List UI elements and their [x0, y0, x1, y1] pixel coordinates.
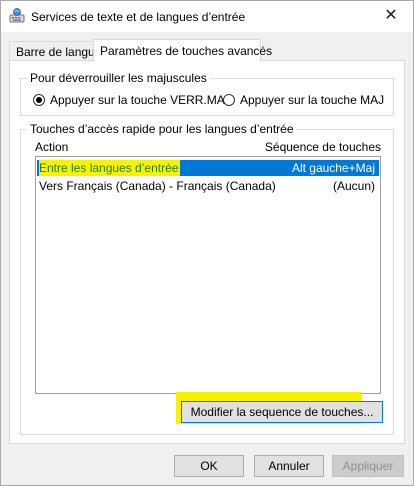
dialog-footer: OK Annuler Appliquer — [1, 444, 413, 486]
list-item-action: Vers Français (Canada) - Français (Canad… — [39, 179, 276, 193]
caps-lock-group: Pour déverrouiller les majuscules Appuye… — [20, 71, 394, 116]
cancel-button-label: Annuler — [268, 459, 310, 473]
hotkeys-group: Touches d’accès rapide pour les langues … — [20, 122, 394, 435]
modify-button-highlight: Modifier la sequence de touches... — [176, 392, 383, 424]
radio-shift[interactable] — [223, 94, 235, 106]
tab-panel: Pour déverrouiller les majuscules Appuye… — [9, 60, 405, 444]
keyboard-globe-icon — [9, 8, 25, 24]
list-item-key-sequence: Alt gauche+Maj — [291, 161, 375, 175]
apply-button[interactable]: Appliquer — [332, 455, 404, 477]
radio-option-caps-lock[interactable]: Appuyer sur la touche VERR.MAJ — [33, 93, 231, 107]
hotkeys-list[interactable]: Entre les langues d’entrée Alt gauche+Ma… — [35, 156, 381, 394]
list-item-key-sequence: (Aucun) — [332, 179, 375, 193]
close-button[interactable]: ✕ — [369, 1, 413, 31]
radio-caps-lock-label: Appuyer sur la touche VERR.MAJ — [50, 93, 231, 107]
radio-caps-lock-selected[interactable] — [33, 94, 45, 106]
list-item-action: Entre les langues d’entrée — [39, 160, 181, 176]
title-bar[interactable]: Services de texte et de langues d’entrée… — [1, 1, 413, 32]
apply-button-label: Appliquer — [342, 459, 394, 473]
tab-advanced-key-settings[interactable]: Paramètres de touches avancés — [93, 39, 272, 62]
column-header-key-sequence[interactable]: Séquence de touches — [265, 140, 381, 154]
radio-option-shift[interactable]: Appuyer sur la touche MAJ — [223, 93, 384, 107]
hotkeys-group-label: Touches d’accès rapide pour les langues … — [27, 122, 297, 136]
modify-key-sequence-button[interactable]: Modifier la sequence de touches... — [181, 401, 383, 423]
list-item[interactable]: Vers Français (Canada) - Français (Canad… — [37, 178, 379, 194]
tab-advanced-key-settings-label: Paramètres de touches avancés — [100, 44, 273, 58]
window-title: Services de texte et de langues d’entrée — [31, 10, 246, 24]
modify-key-sequence-label: Modifier la sequence de touches... — [190, 405, 374, 419]
dialog-window: Services de texte et de langues d’entrée… — [0, 0, 414, 486]
tab-strip: Barre de langue Paramètres de touches av… — [9, 39, 405, 62]
column-header-action[interactable]: Action — [35, 140, 68, 154]
tab-language-bar[interactable]: Barre de langue — [9, 41, 101, 61]
list-item[interactable]: Entre les langues d’entrée Alt gauche+Ma… — [37, 160, 379, 176]
tab-language-bar-label: Barre de langue — [16, 45, 102, 59]
cancel-button[interactable]: Annuler — [254, 455, 324, 477]
ok-button-label: OK — [200, 459, 218, 473]
radio-shift-label: Appuyer sur la touche MAJ — [240, 93, 385, 107]
caps-lock-group-label: Pour déverrouiller les majuscules — [27, 71, 210, 85]
ok-button[interactable]: OK — [174, 455, 244, 477]
